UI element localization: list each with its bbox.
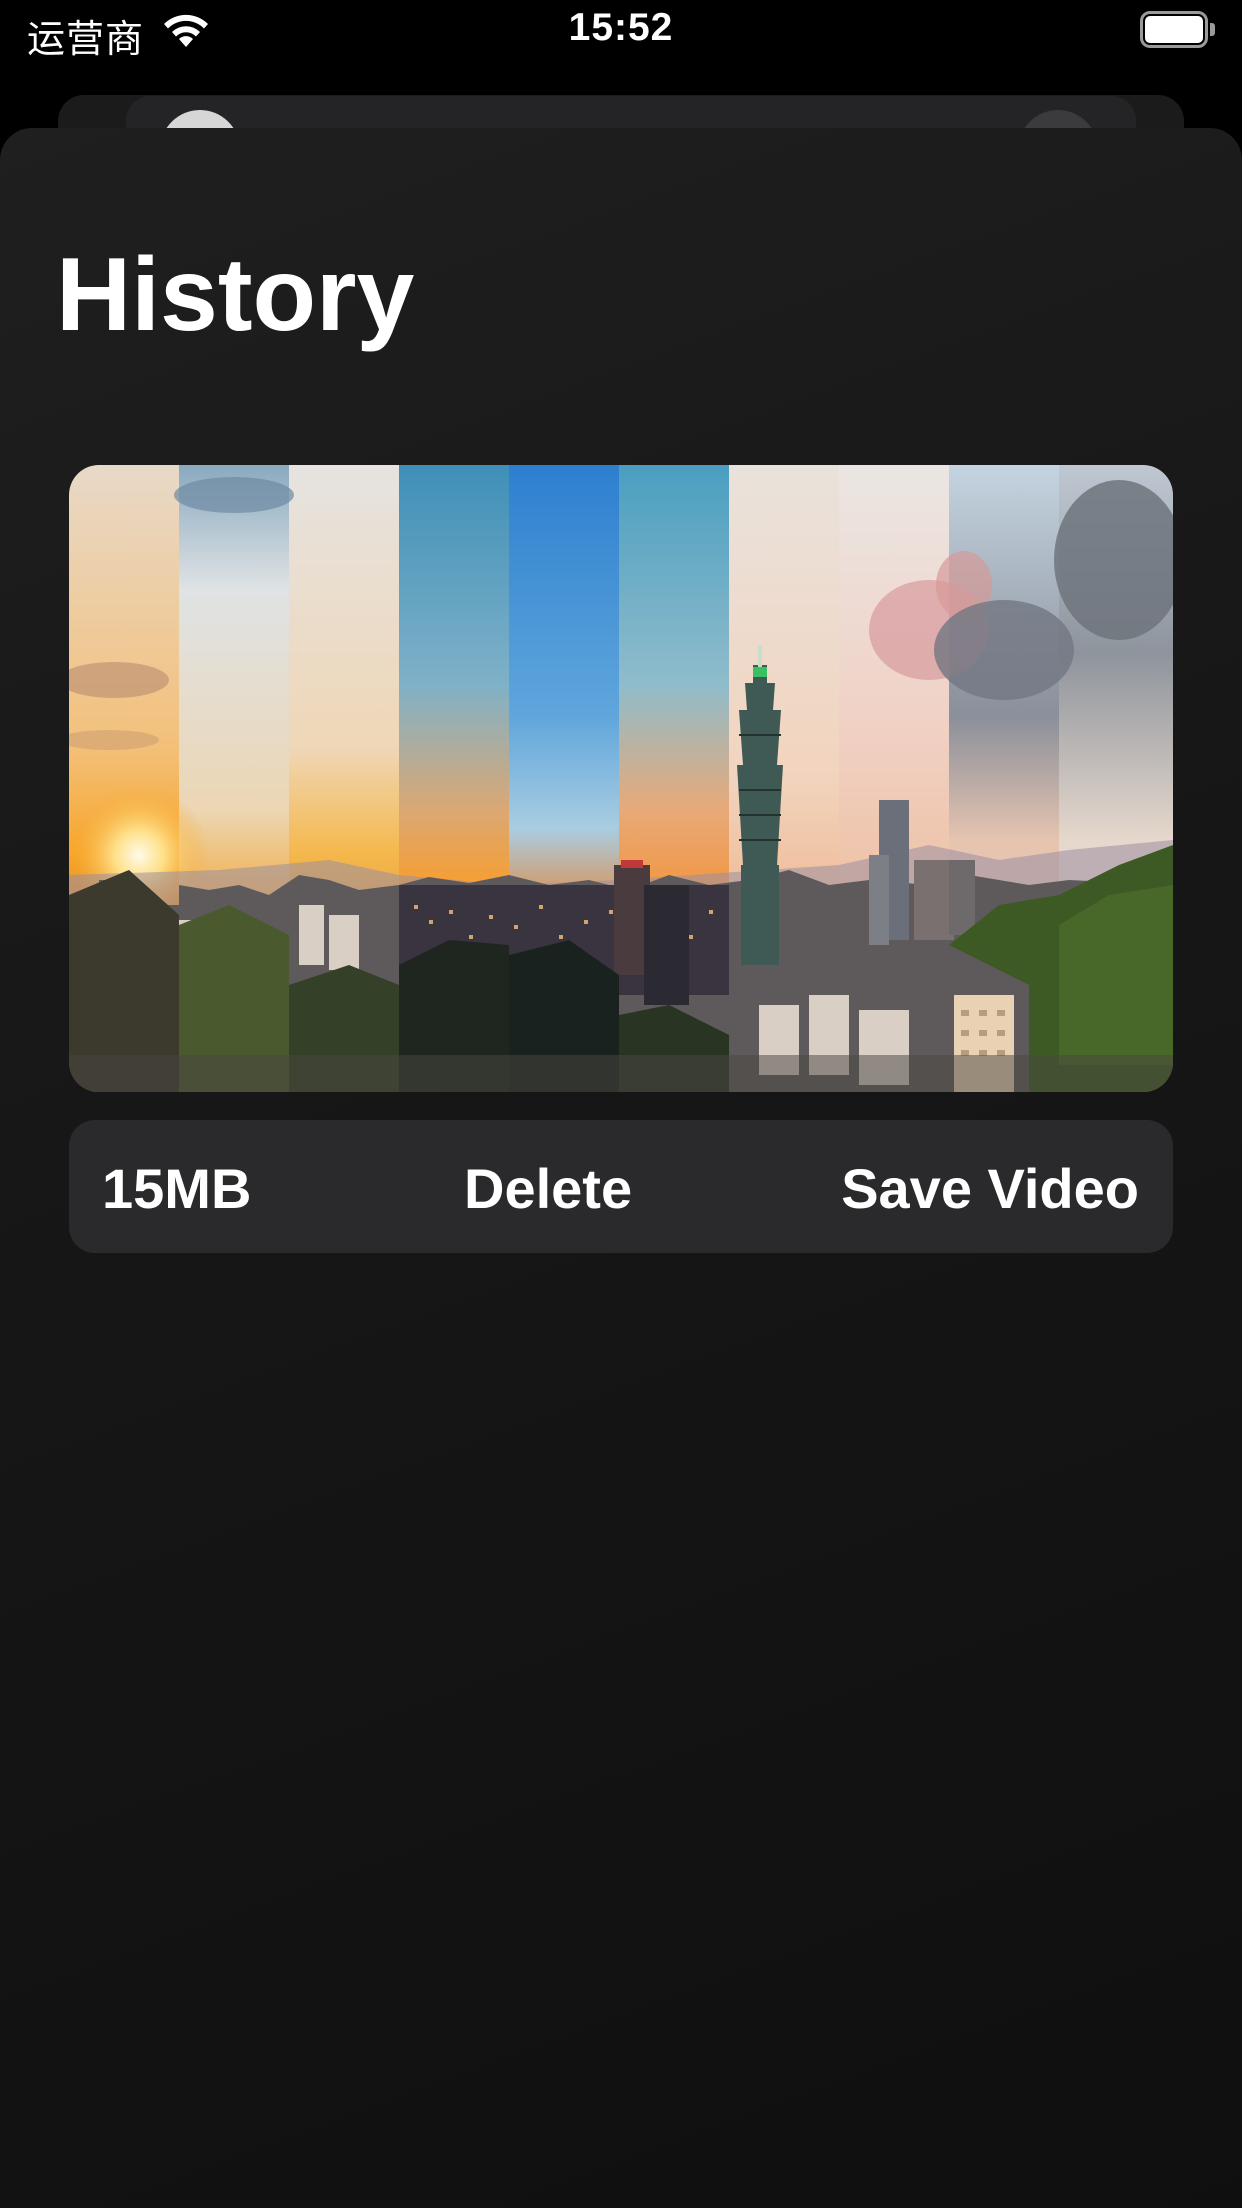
screen: 运营商 15:52 History 15MB Delete Save Video <box>0 0 1242 2208</box>
battery-icon <box>1140 11 1216 48</box>
page-title: History <box>56 237 415 353</box>
status-bar: 运营商 15:52 <box>0 0 1242 61</box>
battery-level-fill <box>1145 16 1203 43</box>
delete-button[interactable]: Delete <box>464 1156 632 1221</box>
file-size-label: 15MB <box>102 1157 252 1220</box>
save-video-button[interactable]: Save Video <box>841 1156 1139 1221</box>
video-thumbnail[interactable] <box>69 465 1173 1092</box>
city-skyline-timelapse-thumbnail <box>69 465 1173 1092</box>
clock: 15:52 <box>568 6 674 49</box>
history-item-actions: 15MB Delete Save Video <box>69 1120 1173 1253</box>
